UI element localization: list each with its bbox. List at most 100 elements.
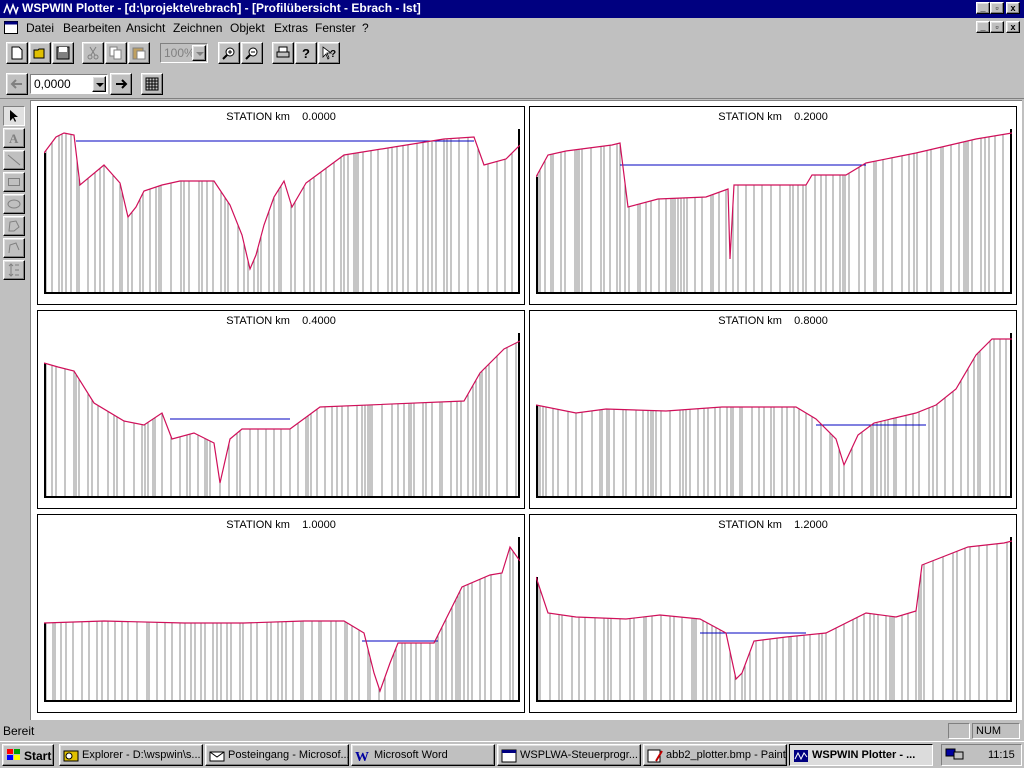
zoom-out-icon xyxy=(245,47,258,60)
profile-panel-4[interactable]: STATION km 1.0000 xyxy=(37,514,525,713)
line-tool[interactable] xyxy=(3,150,25,170)
help-icon: ? xyxy=(302,46,310,60)
explorer-icon xyxy=(63,750,79,762)
rectangle-icon xyxy=(8,178,20,186)
arrow-right-icon xyxy=(116,79,128,89)
profile-title: STATION km 0.2000 xyxy=(718,111,828,123)
zoom-out-button[interactable] xyxy=(241,42,263,64)
task-word[interactable]: W Microsoft Word xyxy=(351,744,495,766)
context-help-icon: ? xyxy=(322,46,336,60)
menu-zeichnen[interactable]: Zeichnen xyxy=(173,21,222,35)
task-label: Posteingang - Microsof... xyxy=(228,749,349,761)
profile-plot-2 xyxy=(44,333,520,498)
ground-profile-line xyxy=(44,340,520,484)
child-close-button[interactable]: x xyxy=(1006,21,1020,33)
copy-button[interactable] xyxy=(105,42,127,64)
zoom-in-icon xyxy=(222,47,235,60)
menu-bearbeiten[interactable]: Bearbeiten xyxy=(63,21,121,35)
menu-objekt[interactable]: Objekt xyxy=(230,21,265,35)
dimension-tool[interactable] xyxy=(3,260,25,280)
dimension-icon xyxy=(8,263,19,277)
polygon-icon xyxy=(8,220,20,232)
polyline-tool[interactable] xyxy=(3,238,25,258)
word-icon: W xyxy=(355,750,369,764)
profile-panel-5[interactable]: STATION km 1.2000 xyxy=(529,514,1017,713)
open-button[interactable] xyxy=(29,42,51,64)
paste-button[interactable] xyxy=(128,42,150,64)
save-button[interactable] xyxy=(52,42,74,64)
context-help-button[interactable]: ? xyxy=(318,42,340,64)
menu-ansicht[interactable]: Ansicht xyxy=(126,21,165,35)
cut-button[interactable] xyxy=(82,42,104,64)
zoom-in-button[interactable] xyxy=(218,42,240,64)
profile-panel-1[interactable]: STATION km 0.2000 xyxy=(529,106,1017,305)
chevron-down-icon[interactable] xyxy=(192,45,206,61)
status-cell-empty xyxy=(948,723,970,739)
restore-button[interactable]: ▫ xyxy=(990,2,1004,14)
menu-help[interactable]: ? xyxy=(362,21,369,35)
menu-datei[interactable]: Datei xyxy=(26,21,54,35)
ellipse-tool[interactable] xyxy=(3,194,25,214)
text-tool[interactable]: A xyxy=(3,128,25,148)
station-select[interactable]: 0,0000 xyxy=(30,74,108,94)
start-button[interactable]: Start xyxy=(2,744,54,766)
pointer-tool[interactable] xyxy=(3,106,25,126)
minimize-button[interactable]: _ xyxy=(976,2,990,14)
child-restore-button[interactable]: ▫ xyxy=(990,21,1004,33)
child-minimize-button[interactable]: _ xyxy=(976,21,990,33)
ground-profile-line xyxy=(536,540,1012,681)
zoom-combo[interactable]: 100% xyxy=(160,43,208,63)
title-bar[interactable]: WSPWIN Plotter - [d:\projekte\rebrach] -… xyxy=(0,0,1024,18)
next-station-button[interactable] xyxy=(110,73,132,95)
menu-fenster[interactable]: Fenster xyxy=(315,21,356,35)
task-paint[interactable]: abb2_plotter.bmp - Paint xyxy=(643,744,787,766)
polygon-tool[interactable] xyxy=(3,216,25,236)
previous-station-button[interactable] xyxy=(6,73,28,95)
profile-panel-3[interactable]: STATION km 0.8000 xyxy=(529,310,1017,509)
open-icon xyxy=(33,48,45,59)
profile-panel-2[interactable]: STATION km 0.4000 xyxy=(37,310,525,509)
profile-plot-5 xyxy=(536,537,1012,702)
task-wspwin-plotter[interactable]: WSPWIN Plotter - ... xyxy=(789,744,933,766)
ellipse-icon xyxy=(7,199,21,209)
profile-panel-0[interactable]: STATION km 0.0000 xyxy=(37,106,525,305)
zoom-value: 100% xyxy=(164,46,195,60)
print-button[interactable] xyxy=(272,42,294,64)
close-button[interactable]: x xyxy=(1006,2,1020,14)
network-icon[interactable] xyxy=(945,747,965,763)
main-toolbar: 100% ? ? xyxy=(0,40,1024,68)
document-icon[interactable] xyxy=(4,21,18,34)
task-label: Explorer - D:\wspwin\s... xyxy=(82,749,201,761)
window-title: WSPWIN Plotter - [d:\projekte\rebrach] -… xyxy=(22,1,421,15)
profile-plot-0 xyxy=(44,129,520,294)
chevron-down-icon[interactable] xyxy=(92,76,106,92)
task-explorer[interactable]: Explorer - D:\wspwin\s... xyxy=(59,744,203,766)
svg-text:?: ? xyxy=(302,46,310,60)
new-button[interactable] xyxy=(6,42,28,64)
profile-title: STATION km 0.0000 xyxy=(226,111,336,123)
line-icon xyxy=(7,154,21,166)
status-text: Bereit xyxy=(3,724,35,738)
grid-button[interactable] xyxy=(141,73,163,95)
cut-icon xyxy=(87,46,99,60)
help-button[interactable]: ? xyxy=(295,42,317,64)
task-wsplwa[interactable]: WSPLWA-Steuerprogr... xyxy=(497,744,641,766)
profile-frame xyxy=(44,333,520,498)
clock[interactable]: 11:15 xyxy=(988,749,1015,761)
profile-plot-1 xyxy=(536,129,1012,294)
menu-extras[interactable]: Extras xyxy=(274,21,308,35)
profile-frame xyxy=(536,129,1012,294)
copy-icon xyxy=(109,46,122,60)
plot-canvas[interactable]: STATION km 0.0000 STATION km 0.2000 STAT… xyxy=(30,100,1022,720)
rectangle-tool[interactable] xyxy=(3,172,25,192)
task-inbox[interactable]: Posteingang - Microsof... xyxy=(205,744,349,766)
app-icon[interactable] xyxy=(3,1,19,17)
plotter-icon xyxy=(794,750,808,762)
profile-frame xyxy=(44,129,520,294)
paste-icon xyxy=(132,47,146,60)
task-label: WSPWIN Plotter - ... xyxy=(812,749,916,761)
svg-text:W: W xyxy=(355,750,369,764)
print-icon xyxy=(276,46,290,58)
profile-plot-3 xyxy=(536,333,1012,498)
svg-text:A: A xyxy=(9,131,19,145)
